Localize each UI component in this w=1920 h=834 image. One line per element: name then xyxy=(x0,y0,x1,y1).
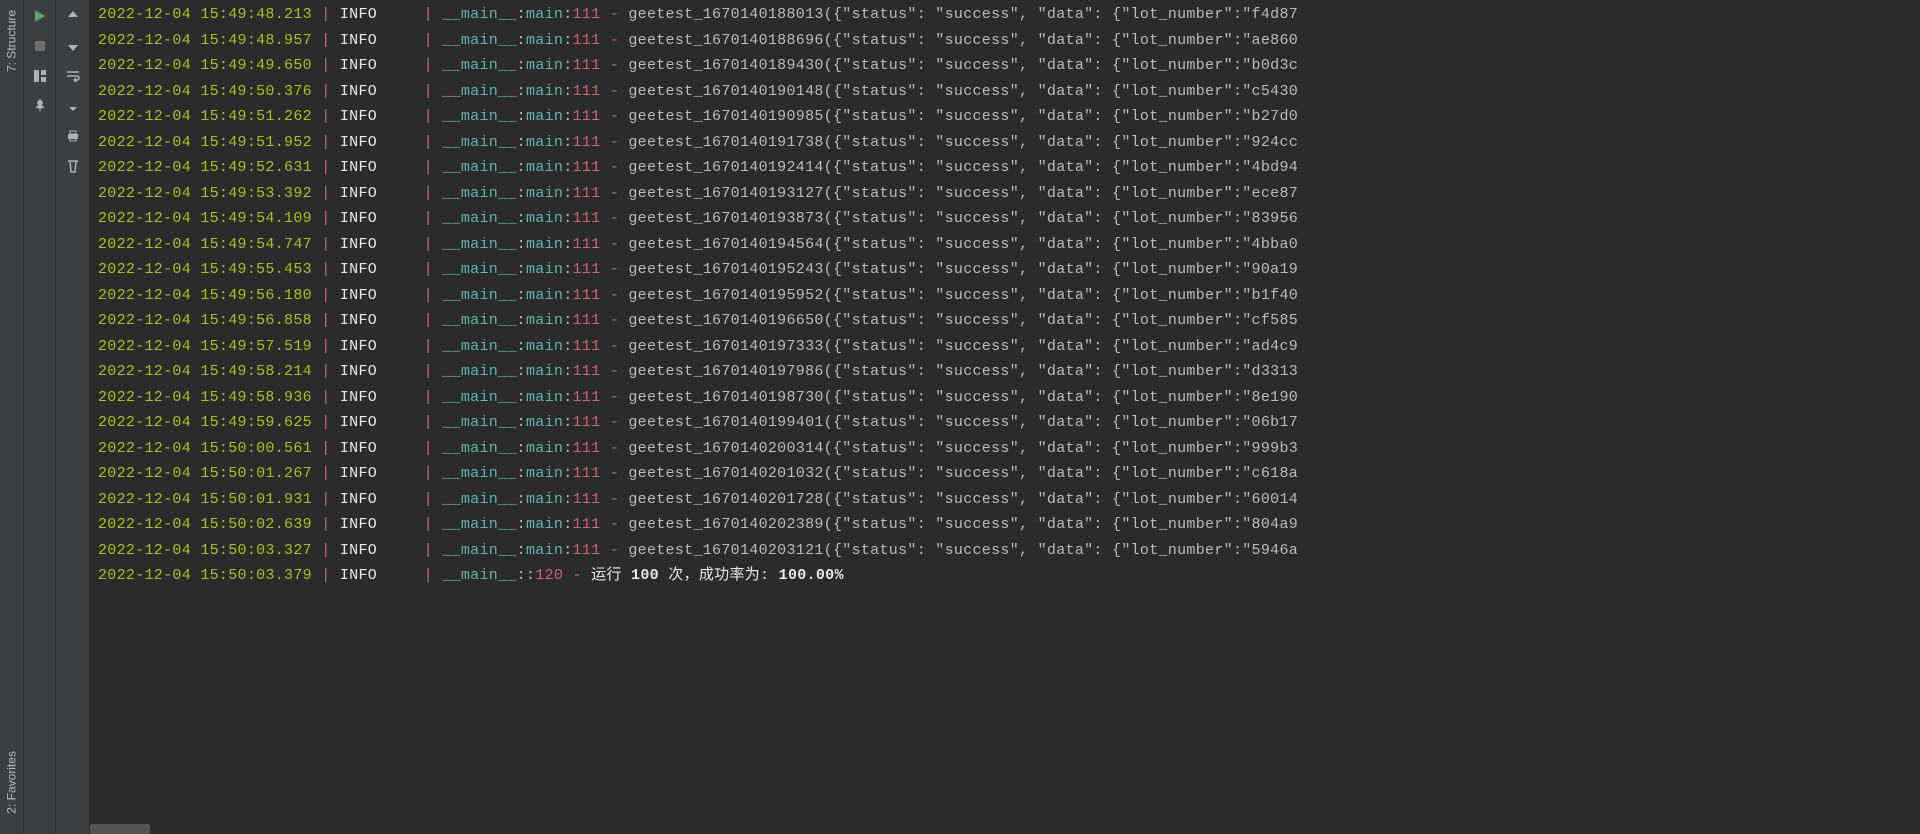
log-line: 2022-12-04 15:49:59.625 | INFO | __main_… xyxy=(98,410,1920,436)
console-toolbar xyxy=(56,0,90,834)
horizontal-scrollbar[interactable] xyxy=(90,824,150,834)
log-line: 2022-12-04 15:49:53.392 | INFO | __main_… xyxy=(98,181,1920,207)
log-line: 2022-12-04 15:49:57.519 | INFO | __main_… xyxy=(98,334,1920,360)
log-line: 2022-12-04 15:49:56.858 | INFO | __main_… xyxy=(98,308,1920,334)
log-line: 2022-12-04 15:49:58.936 | INFO | __main_… xyxy=(98,385,1920,411)
print-button[interactable] xyxy=(61,124,85,148)
log-line: 2022-12-04 15:49:48.957 | INFO | __main_… xyxy=(98,28,1920,54)
stop-button[interactable] xyxy=(28,34,52,58)
log-line: 2022-12-04 15:49:51.952 | INFO | __main_… xyxy=(98,130,1920,156)
log-line: 2022-12-04 15:49:58.214 | INFO | __main_… xyxy=(98,359,1920,385)
favorites-tab-label: 2: Favorites xyxy=(5,751,19,814)
log-line: 2022-12-04 15:49:56.180 | INFO | __main_… xyxy=(98,283,1920,309)
layout-button[interactable] xyxy=(28,64,52,88)
down-button[interactable] xyxy=(61,34,85,58)
log-line: 2022-12-04 15:49:48.213 | INFO | __main_… xyxy=(98,2,1920,28)
rerun-button[interactable] xyxy=(28,4,52,28)
up-button[interactable] xyxy=(61,4,85,28)
structure-tab[interactable]: 7: Structure xyxy=(0,0,23,82)
log-line: 2022-12-04 15:50:02.639 | INFO | __main_… xyxy=(98,512,1920,538)
left-tool-tabs: 7: Structure 2: Favorites xyxy=(0,0,24,834)
scroll-to-end-button[interactable] xyxy=(61,94,85,118)
log-line: 2022-12-04 15:50:00.561 | INFO | __main_… xyxy=(98,436,1920,462)
log-line: 2022-12-04 15:50:03.327 | INFO | __main_… xyxy=(98,538,1920,564)
log-line: 2022-12-04 15:49:54.747 | INFO | __main_… xyxy=(98,232,1920,258)
log-line: 2022-12-04 15:50:01.267 | INFO | __main_… xyxy=(98,461,1920,487)
log-line: 2022-12-04 15:49:49.650 | INFO | __main_… xyxy=(98,53,1920,79)
clear-button[interactable] xyxy=(61,154,85,178)
favorites-tab[interactable]: 2: Favorites xyxy=(0,741,23,824)
pin-button[interactable] xyxy=(28,94,52,118)
soft-wrap-button[interactable] xyxy=(61,64,85,88)
log-line: 2022-12-04 15:49:51.262 | INFO | __main_… xyxy=(98,104,1920,130)
run-toolbar xyxy=(24,0,56,834)
structure-tab-label: 7: Structure xyxy=(5,10,19,72)
log-line: 2022-12-04 15:49:55.453 | INFO | __main_… xyxy=(98,257,1920,283)
log-line: 2022-12-04 15:49:54.109 | INFO | __main_… xyxy=(98,206,1920,232)
log-line: 2022-12-04 15:49:50.376 | INFO | __main_… xyxy=(98,79,1920,105)
log-line: 2022-12-04 15:49:52.631 | INFO | __main_… xyxy=(98,155,1920,181)
log-line-summary: 2022-12-04 15:50:03.379 | INFO | __main_… xyxy=(98,563,1920,589)
log-line: 2022-12-04 15:50:01.931 | INFO | __main_… xyxy=(98,487,1920,513)
console-output[interactable]: 2022-12-04 15:49:48.213 | INFO | __main_… xyxy=(90,0,1920,834)
